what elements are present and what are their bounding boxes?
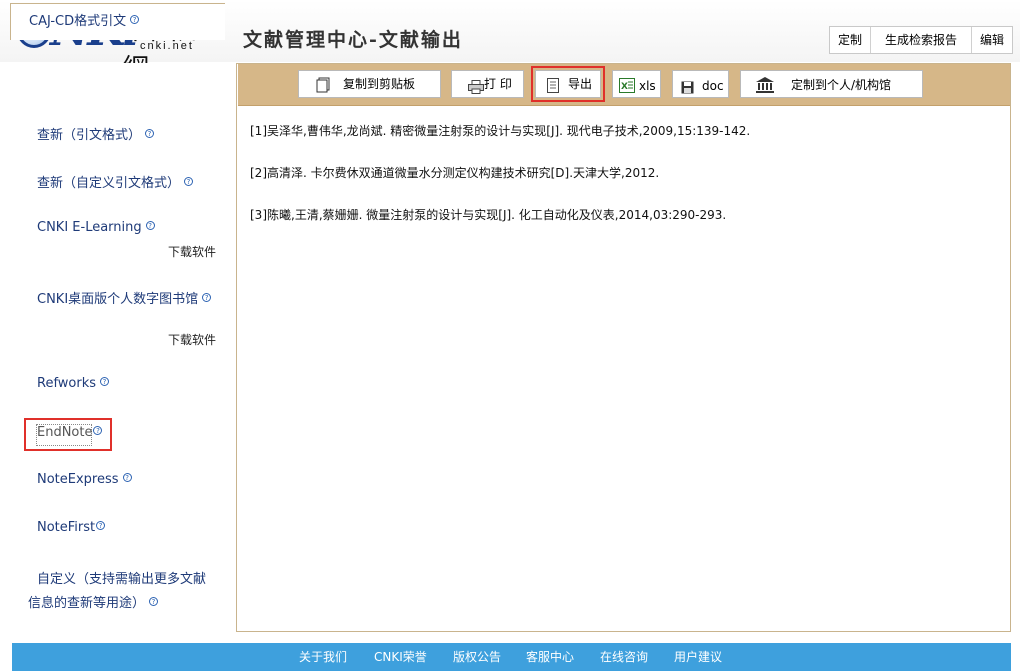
sidebar-item-label: NoteExpress xyxy=(37,472,119,487)
sidebar-item-novelty-custom[interactable]: 查新（自定义引文格式）? xyxy=(37,172,194,191)
edit-button[interactable]: 编辑 xyxy=(972,27,1012,53)
customize-button[interactable]: 定制 xyxy=(830,27,872,53)
tab-caj-cd-format[interactable]: CAJ-CD格式引文? xyxy=(10,3,225,40)
sidebar-item-label: 查新（引文格式） xyxy=(37,128,142,143)
sidebar-item-label: EndNote xyxy=(37,425,93,440)
help-icon[interactable]: ? xyxy=(184,177,194,186)
help-icon[interactable]: ? xyxy=(100,377,110,386)
help-icon[interactable]: ? xyxy=(122,473,132,482)
export-doc-button[interactable]: doc xyxy=(672,70,729,98)
footer-link-about[interactable]: 关于我们 xyxy=(299,648,347,665)
generate-report-button[interactable]: 生成检索报告 xyxy=(871,27,973,53)
xls-label: xls xyxy=(639,79,656,93)
reference-item: [3]陈曦,王清,蔡姗姗. 微量注射泵的设计与实现[J]. 化工自动化及仪表,2… xyxy=(250,208,727,222)
export-toolbar: 复制到剪贴板 打 印 导出 X xls doc 定制到个人/机构馆 xyxy=(238,64,1010,106)
footer-link-honors[interactable]: CNKI荣誉 xyxy=(374,648,427,665)
print-label: 打 印 xyxy=(484,77,512,91)
customize-library-label: 定制到个人/机构馆 xyxy=(791,78,892,92)
save-disk-icon xyxy=(681,77,694,103)
export-xls-button[interactable]: X xls xyxy=(612,70,661,98)
print-button[interactable]: 打 印 xyxy=(451,70,524,98)
sidebar-item-noteexpress[interactable]: NoteExpress? xyxy=(37,472,132,487)
download-software-link[interactable]: 下载软件 xyxy=(168,243,216,260)
institution-icon xyxy=(756,76,774,102)
footer-link-consult[interactable]: 在线咨询 xyxy=(600,648,648,665)
sidebar-item-label: 查新（自定义引文格式） xyxy=(37,176,181,191)
sidebar-item-label: NoteFirst xyxy=(37,520,96,535)
logo-domain: cnki.net xyxy=(140,40,194,52)
help-icon[interactable]: ? xyxy=(130,15,140,24)
sidebar-item-refworks[interactable]: Refworks? xyxy=(37,376,110,391)
printer-icon xyxy=(468,77,484,103)
sidebar-item-elearning[interactable]: CNKI E-Learning? xyxy=(37,220,155,235)
sidebar-item-novelty-citation[interactable]: 查新（引文格式）? xyxy=(37,124,155,143)
excel-icon: X xyxy=(619,76,635,102)
help-icon[interactable]: ? xyxy=(93,426,103,435)
copy-icon xyxy=(316,76,330,102)
top-actions: 定制 生成检索报告 编辑 xyxy=(829,26,1014,54)
doc-label: doc xyxy=(702,79,724,93)
sidebar-item-label: CNKI桌面版个人数字图书馆 xyxy=(37,292,199,307)
sidebar-item-notefirst[interactable]: NoteFirst? xyxy=(37,520,106,535)
sidebar-item-label: Refworks xyxy=(37,376,97,391)
reference-item: [2]高清泽. 卡尔费休双通道微量水分测定仪构建技术研究[D].天津大学,201… xyxy=(250,166,660,180)
footer-link-copyright[interactable]: 版权公告 xyxy=(453,648,501,665)
help-icon[interactable]: ? xyxy=(149,597,159,606)
help-icon[interactable]: ? xyxy=(96,521,106,530)
footer-link-service[interactable]: 客服中心 xyxy=(526,648,574,665)
help-icon[interactable]: ? xyxy=(145,221,155,230)
copy-to-clipboard-button[interactable]: 复制到剪贴板 xyxy=(298,70,441,98)
copy-label: 复制到剪贴板 xyxy=(343,77,416,91)
customize-to-library-button[interactable]: 定制到个人/机构馆 xyxy=(740,70,923,98)
sidebar-item-custom-line2[interactable]: 信息的查新等用途）? xyxy=(28,592,159,611)
sidebar-item-personal-library[interactable]: CNKI桌面版个人数字图书馆? xyxy=(37,288,212,307)
svg-text:X: X xyxy=(621,82,628,92)
page-title: 文献管理中心-文献输出 xyxy=(243,29,463,51)
download-software-link[interactable]: 下载软件 xyxy=(168,331,216,348)
sidebar-item-label: CNKI E-Learning xyxy=(37,220,142,235)
sidebar-item-label: 信息的查新等用途） xyxy=(28,596,146,611)
help-icon[interactable]: ? xyxy=(202,293,212,302)
footer-link-feedback[interactable]: 用户建议 xyxy=(674,648,722,665)
help-icon[interactable]: ? xyxy=(145,129,155,138)
sidebar-item-endnote[interactable]: EndNote? xyxy=(37,425,103,440)
reference-item: [1]吴泽华,曹伟华,龙尚斌. 精密微量注射泵的设计与实现[J]. 现代电子技术… xyxy=(250,124,751,138)
sidebar-item-label: 自定义（支持需输出更多文献 xyxy=(37,572,207,587)
footer: 关于我们 CNKI荣誉 版权公告 客服中心 在线咨询 用户建议 xyxy=(12,643,1011,671)
sidebar-item-custom[interactable]: 自定义（支持需输出更多文献 xyxy=(37,568,206,587)
export-highlight-box xyxy=(531,66,605,102)
tab-label: CAJ-CD格式引文 xyxy=(29,14,127,29)
